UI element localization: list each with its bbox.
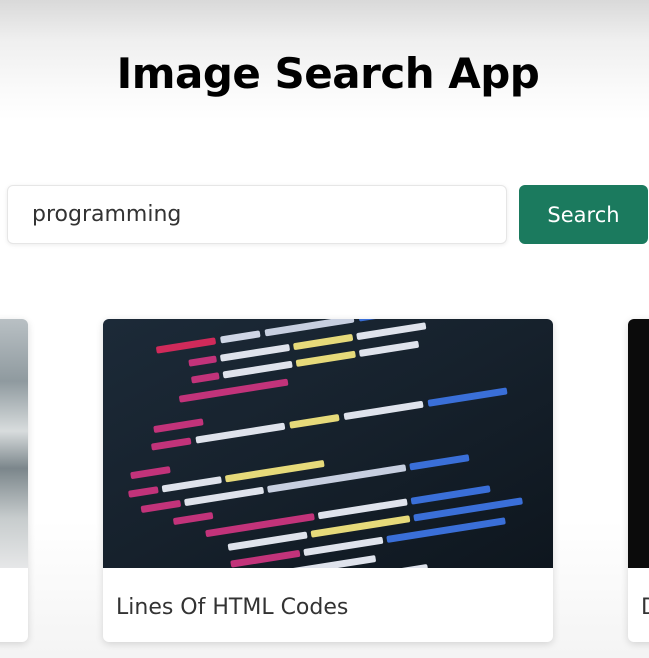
card-caption: Lines Of HTML Codes xyxy=(116,595,349,620)
card-image[interactable] xyxy=(0,319,28,568)
card-image[interactable] xyxy=(103,319,553,568)
page-title: Image Search App xyxy=(116,49,540,98)
search-input[interactable] xyxy=(7,185,507,244)
card-caption: D xyxy=(641,595,649,620)
image-card[interactable] xyxy=(0,319,28,642)
search-button[interactable]: Search xyxy=(519,185,648,244)
image-card[interactable]: Lines Of HTML Codes xyxy=(103,319,553,642)
image-card[interactable]: D xyxy=(628,319,649,642)
card-image[interactable] xyxy=(628,319,649,568)
